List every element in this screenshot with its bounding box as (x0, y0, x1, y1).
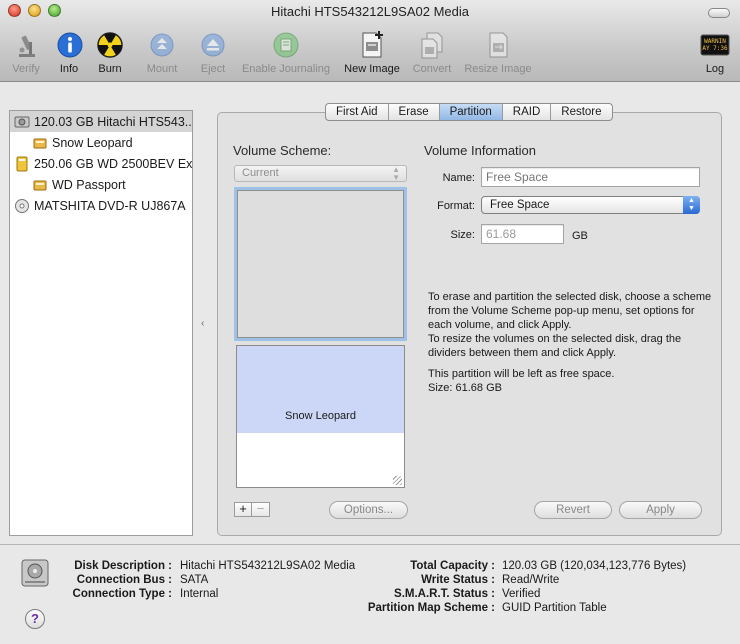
toolbar-log-button[interactable]: WARNIN AY 7:36 Log (699, 30, 731, 75)
sidebar-item-wd-disk[interactable]: 250.06 GB WD 2500BEV Ex... (10, 153, 192, 174)
add-partition-button[interactable]: + (234, 502, 252, 517)
svg-text:WARNIN: WARNIN (704, 38, 726, 45)
burn-icon (97, 32, 123, 58)
remove-partition-button[interactable]: − (252, 502, 270, 517)
eject-icon (201, 33, 225, 57)
tab-erase[interactable]: Erase (389, 104, 440, 120)
tab-first-aid[interactable]: First Aid (326, 104, 389, 120)
disk-sidebar: 120.03 GB Hitachi HTS543... Snow Leopard… (9, 110, 193, 536)
partition-name-label: Snow Leopard (285, 410, 356, 422)
connection-type-key: Connection Type : (72, 588, 172, 600)
log-icon: WARNIN AY 7:36 (700, 34, 730, 56)
tab-raid[interactable]: RAID (503, 104, 552, 120)
mount-icon (150, 33, 174, 57)
connection-bus-key: Connection Bus : (76, 574, 172, 586)
volume-name-field[interactable] (481, 167, 700, 187)
window-toolbar: Hitachi HTS543212L9SA02 Media Verify Inf… (0, 0, 740, 82)
volume-information-title: Volume Information (424, 143, 537, 158)
toolbar-eject-button[interactable]: Eject (198, 30, 228, 75)
volume-scheme-title: Volume Scheme: (233, 143, 332, 158)
size-unit-label: GB (572, 230, 588, 242)
info-icon (57, 32, 83, 58)
connection-type-value: Internal (180, 588, 219, 600)
toolbar-verify-button[interactable]: Verify (8, 30, 44, 75)
journaling-icon (273, 32, 299, 58)
revert-button[interactable]: Revert (534, 501, 612, 519)
toolbar-new-image-button[interactable]: New Image (341, 30, 403, 75)
smart-status-key: S.M.A.R.T. Status : (394, 588, 495, 600)
sidebar-item-wd-passport[interactable]: WD Passport (10, 174, 192, 195)
hard-disk-icon (14, 116, 30, 127)
tab-partition[interactable]: Partition (439, 104, 503, 120)
external-disk-icon (16, 156, 28, 171)
microscope-icon (19, 35, 35, 57)
options-button[interactable]: Options... (329, 501, 408, 519)
popup-arrows-icon: ▲ ▼ (683, 196, 700, 214)
write-status-key: Write Status : (421, 574, 495, 586)
sidebar-item-snow-leopard[interactable]: Snow Leopard (10, 132, 192, 153)
popup-arrows-icon: ▲ ▼ (392, 165, 400, 182)
toolbar-resize-image-button[interactable]: Resize Image (462, 30, 534, 75)
resize-image-icon (489, 32, 508, 58)
format-popup[interactable]: Free Space ▲ ▼ (481, 196, 700, 214)
partition-map-scheme-value: GUID Partition Table (502, 602, 607, 614)
split-view-divider-handle[interactable]: ‹ (201, 318, 204, 329)
total-capacity-value: 120.03 GB (120,034,123,776 Bytes) (502, 560, 687, 572)
smart-status-value: Verified (502, 588, 541, 600)
volume-scheme-popup[interactable]: Current ▲ ▼ (234, 165, 407, 182)
volume-size-field[interactable] (481, 224, 564, 244)
partition-add-remove-group: + − (234, 502, 270, 517)
toolbar-enable-journaling-button[interactable]: Enable Journaling (238, 30, 334, 75)
toolbar-mount-button[interactable]: Mount (144, 30, 180, 75)
total-capacity-key: Total Capacity : (410, 560, 495, 572)
toolbar-info-button[interactable]: Info (55, 30, 83, 75)
disk-description-value: Hitachi HTS543212L9SA02 Media (180, 560, 356, 572)
dvd-drive-icon (15, 198, 29, 213)
tab-bar: First Aid Erase Partition RAID Restore (325, 103, 613, 121)
write-status-value: Read/Write (502, 574, 560, 586)
partition-resize-grip-icon[interactable] (393, 476, 402, 485)
sidebar-item-dvd-drive[interactable]: MATSHITA DVD-R UJ867A (10, 195, 192, 216)
name-label: Name: (442, 172, 475, 184)
convert-icon (421, 32, 443, 59)
new-image-icon (362, 31, 383, 58)
toolbar-burn-button[interactable]: Burn (95, 30, 125, 75)
free-space-partition-block[interactable] (234, 187, 407, 341)
help-button[interactable]: ? (25, 609, 45, 629)
window-title: Hitachi HTS543212L9SA02 Media (270, 4, 469, 19)
size-label: Size: (450, 229, 475, 241)
toolbar-convert-button[interactable]: Convert (409, 30, 455, 75)
partition-map-scheme-key: Partition Map Scheme : (367, 602, 495, 614)
sidebar-item-hitachi-disk[interactable]: 120.03 GB Hitachi HTS543... (10, 111, 192, 132)
volume-icon (33, 138, 47, 148)
toolbar-toggle-button[interactable] (708, 8, 730, 18)
tab-restore[interactable]: Restore (551, 104, 611, 120)
disk-description-key: Disk Description : (74, 560, 172, 572)
partition-help-text: To erase and partition the selected disk… (428, 291, 712, 394)
connection-bus-value: SATA (180, 574, 209, 586)
svg-text:AY 7:36: AY 7:36 (702, 45, 728, 52)
volume-icon (33, 180, 47, 190)
snow-leopard-partition-block[interactable]: Snow Leopard (236, 345, 405, 488)
format-label: Format: (437, 200, 475, 212)
apply-button[interactable]: Apply (619, 501, 702, 519)
